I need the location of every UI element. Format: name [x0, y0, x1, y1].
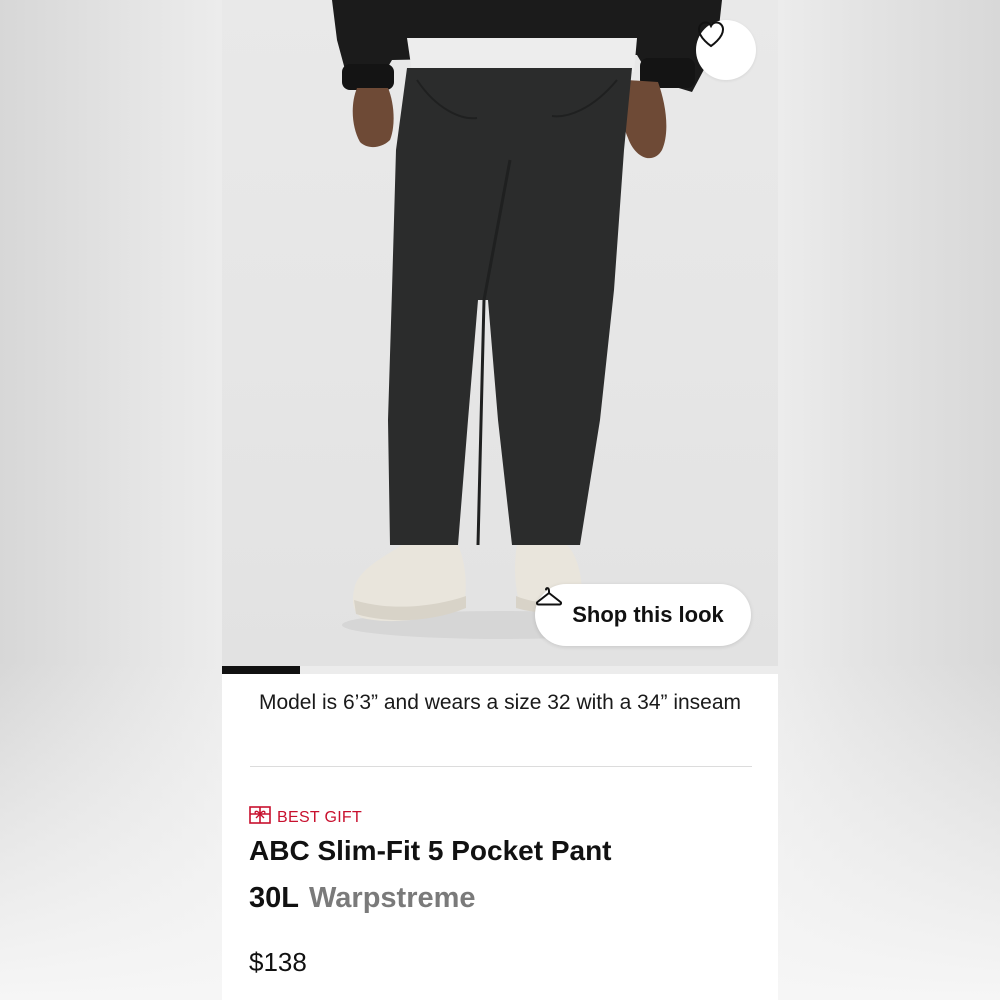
product-variant: 30L Warpstreme [249, 882, 476, 915]
product-page: Shop this look Model is 6’3” and wears a… [222, 0, 778, 1000]
carousel-active-indicator [222, 666, 300, 674]
shop-this-look-label: Shop this look [572, 602, 724, 627]
product-size: 30L [249, 882, 299, 914]
model-illustration [332, 0, 722, 639]
section-divider [250, 766, 752, 767]
product-photo[interactable]: Shop this look [222, 0, 778, 674]
product-material: Warpstreme [308, 882, 476, 914]
right-blurred-background [778, 0, 1000, 1000]
product-price: $138 [249, 947, 307, 977]
left-blurred-background [0, 0, 222, 1000]
gift-icon [249, 806, 271, 829]
product-title: ABC Slim-Fit 5 Pocket Pant [249, 835, 612, 866]
favorite-button[interactable] [696, 20, 756, 80]
badge-label: BEST GIFT [277, 808, 363, 826]
best-gift-badge: BEST GIFT [249, 806, 362, 829]
image-carousel-progress [222, 666, 778, 674]
model-size-note: Model is 6’3” and wears a size 32 with a… [258, 691, 742, 714]
shop-this-look-button[interactable]: Shop this look [535, 584, 751, 646]
